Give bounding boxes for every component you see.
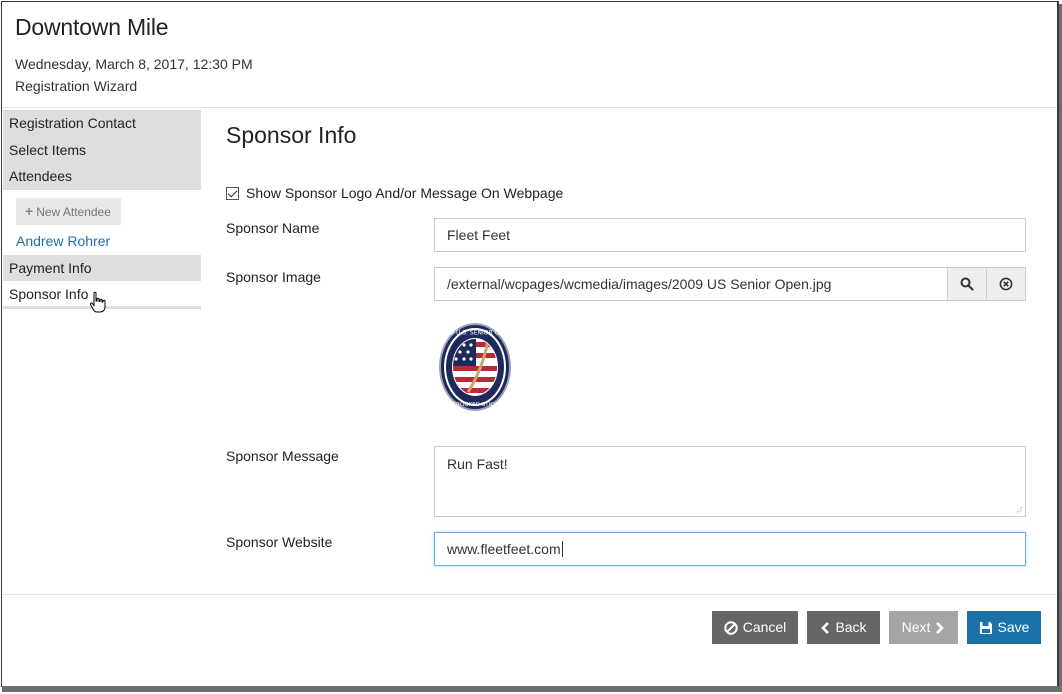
window-shadow bbox=[2, 686, 1062, 692]
clear-image-button[interactable] bbox=[987, 267, 1026, 301]
attendee-link[interactable]: Andrew Rohrer bbox=[16, 233, 201, 249]
sidebar-item-payment-info[interactable]: Payment Info bbox=[3, 254, 201, 281]
sponsor-logo-image: 2009 U.S. SENIOR OPEN CROOKED STICK bbox=[438, 322, 513, 412]
floppy-disk-icon bbox=[979, 621, 992, 634]
search-icon bbox=[960, 277, 974, 291]
sponsor-name-input[interactable]: Fleet Feet bbox=[434, 218, 1026, 252]
wizard-subtitle: Registration Wizard bbox=[15, 78, 138, 94]
sponsor-image-label: Sponsor Image bbox=[226, 269, 321, 285]
page-header: Downtown Mile Wednesday, March 8, 2017, … bbox=[15, 14, 253, 94]
sponsor-name-label: Sponsor Name bbox=[226, 220, 320, 236]
logo-bottom-text: CROOKED STICK bbox=[452, 402, 498, 408]
sponsor-message-textarea[interactable]: Run Fast! bbox=[434, 446, 1026, 517]
main-panel: Sponsor Info bbox=[226, 122, 356, 149]
sidebar-item-registration-contact[interactable]: Registration Contact bbox=[3, 110, 201, 137]
plus-icon: + bbox=[25, 202, 34, 219]
show-logo-label: Show Sponsor Logo And/or Message On Webp… bbox=[246, 185, 564, 201]
page-title: Downtown Mile bbox=[15, 14, 169, 40]
text-caret: ​ bbox=[561, 541, 563, 557]
logo-ring-text: 2009 U.S. SENIOR OPEN bbox=[439, 330, 511, 337]
sponsor-image-input[interactable]: /external/wcpages/wcmedia/images/2009 US… bbox=[434, 267, 948, 301]
chevron-right-icon bbox=[936, 621, 945, 634]
clear-circle-icon bbox=[999, 277, 1013, 291]
save-button[interactable]: Save bbox=[967, 611, 1041, 644]
sponsor-message-value: Run Fast! bbox=[447, 456, 508, 472]
sponsor-website-input[interactable]: www.fleetfeet.com​ bbox=[434, 532, 1026, 566]
next-label: Next bbox=[901, 619, 931, 635]
wizard-steps-sidebar: Registration Contact Select Items Attend… bbox=[3, 110, 201, 309]
save-label: Save bbox=[997, 619, 1030, 635]
sidebar-item-attendees[interactable]: Attendees bbox=[3, 163, 201, 190]
footer-divider bbox=[2, 594, 1057, 595]
event-datetime: Wednesday, March 8, 2017, 12:30 PM bbox=[15, 56, 253, 72]
new-attendee-label: New Attendee bbox=[36, 204, 111, 219]
section-title: Sponsor Info bbox=[226, 122, 357, 148]
back-button[interactable]: Back bbox=[807, 611, 880, 644]
wizard-window bbox=[1, 1, 1059, 687]
sponsor-message-label: Sponsor Message bbox=[226, 448, 339, 464]
new-attendee-button[interactable]: + New Attendee bbox=[16, 197, 121, 225]
sidebar-item-select-items[interactable]: Select Items bbox=[3, 136, 201, 163]
cancel-button[interactable]: Cancel bbox=[712, 611, 798, 644]
resize-grip-icon[interactable] bbox=[1015, 506, 1023, 514]
sponsor-website-value: www.fleetfeet.com bbox=[447, 541, 561, 557]
show-logo-row: Show Sponsor Logo And/or Message On Webp… bbox=[226, 185, 563, 201]
ban-icon bbox=[724, 620, 738, 635]
browse-image-button[interactable] bbox=[948, 267, 987, 301]
sponsor-image-group: /external/wcpages/wcmedia/images/2009 US… bbox=[434, 267, 1026, 301]
show-logo-checkbox[interactable] bbox=[226, 186, 239, 200]
sponsor-website-label: Sponsor Website bbox=[226, 534, 333, 550]
header-divider bbox=[2, 107, 1057, 108]
hand-pointer-cursor-icon bbox=[89, 291, 106, 313]
next-button[interactable]: Next bbox=[889, 611, 958, 644]
chevron-left-icon bbox=[821, 621, 830, 634]
cancel-label: Cancel bbox=[742, 619, 787, 635]
back-label: Back bbox=[835, 619, 867, 635]
